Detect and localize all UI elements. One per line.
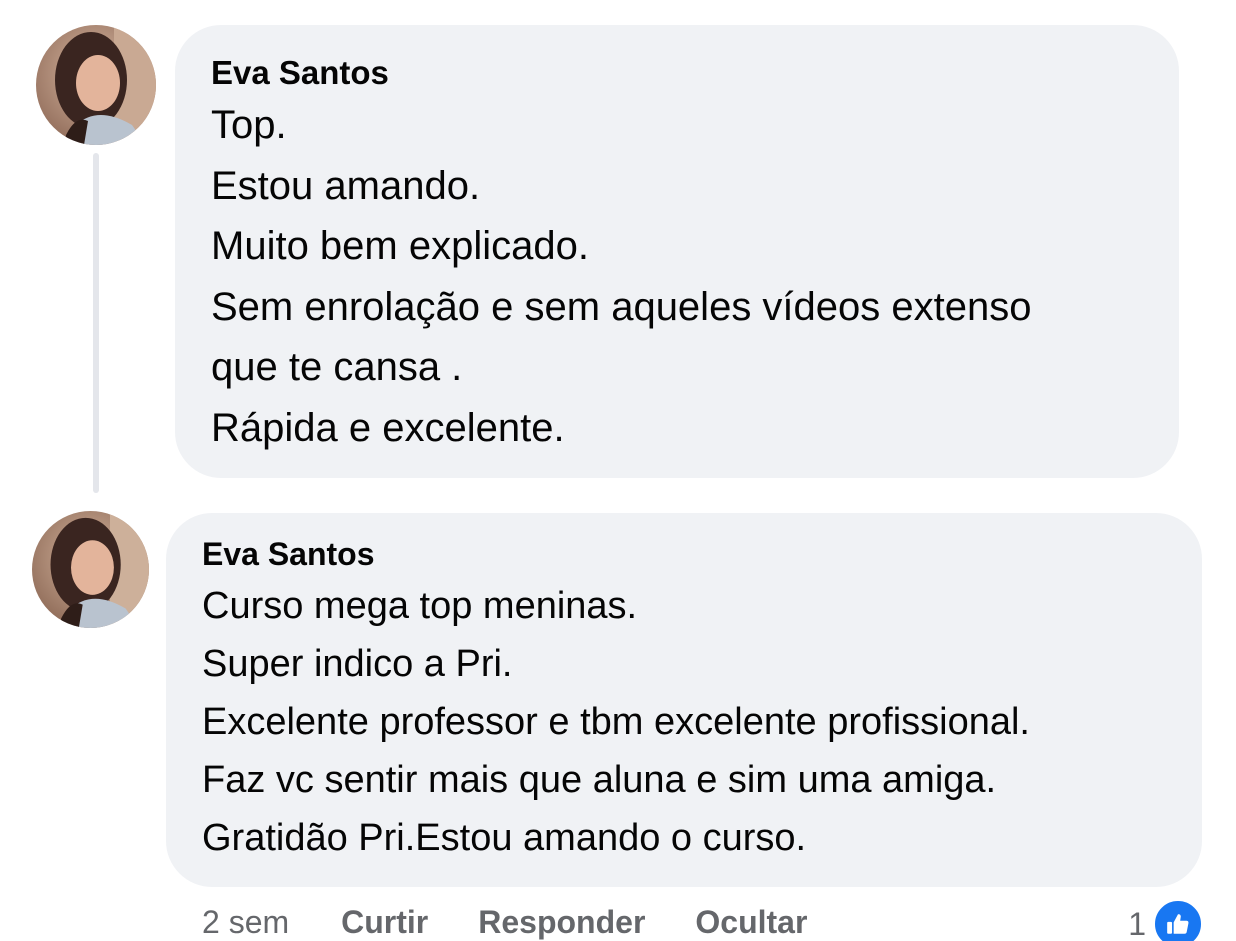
- reply-button[interactable]: Responder: [478, 904, 645, 941]
- comment-author[interactable]: Eva Santos: [202, 535, 1166, 573]
- comment-text-line: Excelente professor e tbm excelente prof…: [202, 701, 1030, 743]
- comment-text-line: que te cansa .: [211, 345, 463, 389]
- reaction-count: 1: [1128, 905, 1146, 941]
- avatar[interactable]: [32, 511, 149, 628]
- comment-text-line: Faz vc sentir mais que aluna e sim uma a…: [202, 759, 997, 801]
- comment-bubble: Eva Santos Top. Estou amando. Muito bem …: [175, 25, 1179, 478]
- comment-text-line: Sem enrolação e sem aqueles vídeos exten…: [211, 284, 1032, 329]
- timestamp[interactable]: 2 sem: [202, 904, 289, 941]
- comment-text-line: Super indico a Pri.: [202, 643, 513, 685]
- comment-text-line: Muito bem explicado.: [211, 224, 589, 268]
- like-button[interactable]: Curtir: [341, 904, 428, 941]
- comment-actions: 2 sem Curtir Responder Ocultar: [202, 900, 857, 941]
- hide-button[interactable]: Ocultar: [695, 904, 807, 941]
- comment-text-line: Rápida e excelente.: [211, 405, 565, 450]
- comment-text-line: Curso mega top meninas.: [202, 585, 638, 627]
- comment-text-line: Top.: [211, 103, 287, 147]
- avatar[interactable]: [36, 25, 156, 145]
- reaction-summary[interactable]: 1: [1128, 898, 1204, 941]
- comment-text-line: Estou amando.: [211, 163, 481, 208]
- thumbs-up-icon: [1152, 898, 1204, 941]
- thread-line: [93, 153, 99, 493]
- comment-bubble: Eva Santos Curso mega top meninas. Super…: [166, 513, 1202, 887]
- comment-author[interactable]: Eva Santos: [211, 53, 1143, 93]
- comment-thread: Eva Santos Top. Estou amando. Muito bem …: [0, 0, 1236, 941]
- comment-text-line: Gratidão Pri.Estou amando o curso.: [202, 817, 807, 859]
